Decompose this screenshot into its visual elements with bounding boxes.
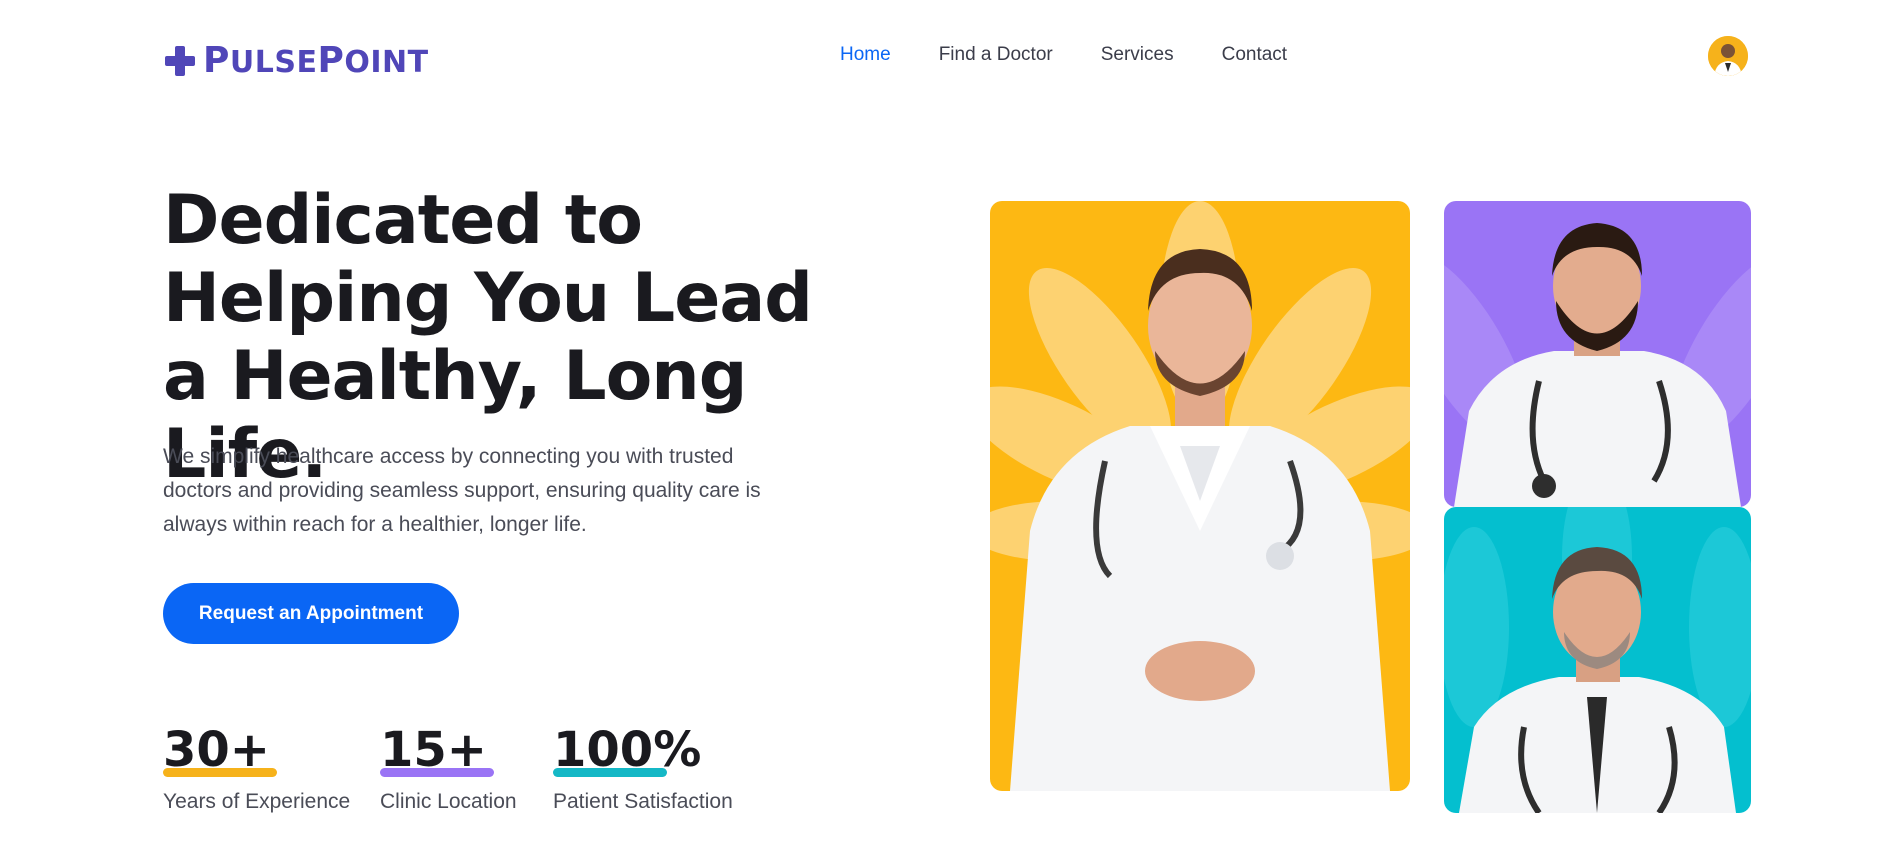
- doctor-photo-card-main: [990, 201, 1410, 791]
- nav-contact[interactable]: Contact: [1222, 44, 1287, 66]
- nav-find-a-doctor[interactable]: Find a Doctor: [939, 44, 1053, 66]
- doctor-photo-card-purple: [1444, 201, 1751, 507]
- nav-home[interactable]: Home: [840, 44, 891, 66]
- stat-experience: 30+ Years of Experience: [163, 722, 350, 814]
- nav-services[interactable]: Services: [1101, 44, 1174, 66]
- stat-label: Patient Satisfaction: [553, 790, 733, 813]
- stat-value: 100%: [553, 722, 702, 778]
- stat-clinics: 15+ Clinic Location: [380, 722, 517, 814]
- stat-value: 30+: [163, 722, 271, 778]
- stat-value: 15+: [380, 722, 488, 778]
- doctor-photo: [990, 201, 1410, 791]
- user-avatar[interactable]: [1708, 36, 1748, 76]
- avatar-icon: [1708, 36, 1748, 76]
- main-nav: Home Find a Doctor Services Contact: [840, 44, 1287, 66]
- doctor-photo-card-teal: [1444, 507, 1751, 813]
- medical-cross-icon: [165, 45, 195, 76]
- doctor-photo: [1444, 201, 1751, 507]
- brand-logo[interactable]: PULSEPOINT: [163, 40, 429, 81]
- request-appointment-button[interactable]: Request an Appointment: [163, 583, 459, 644]
- hero-description: We simplify healthcare access by connect…: [163, 445, 761, 536]
- stat-satisfaction: 100% Patient Satisfaction: [553, 722, 733, 814]
- site-header: PULSEPOINT Home Find a Doctor Services C…: [0, 0, 1900, 116]
- brand-name: PULSEPOINT: [203, 40, 429, 81]
- stat-label: Years of Experience: [163, 790, 351, 813]
- doctor-photo: [1444, 507, 1751, 813]
- stat-label: Clinic Location: [380, 790, 517, 813]
